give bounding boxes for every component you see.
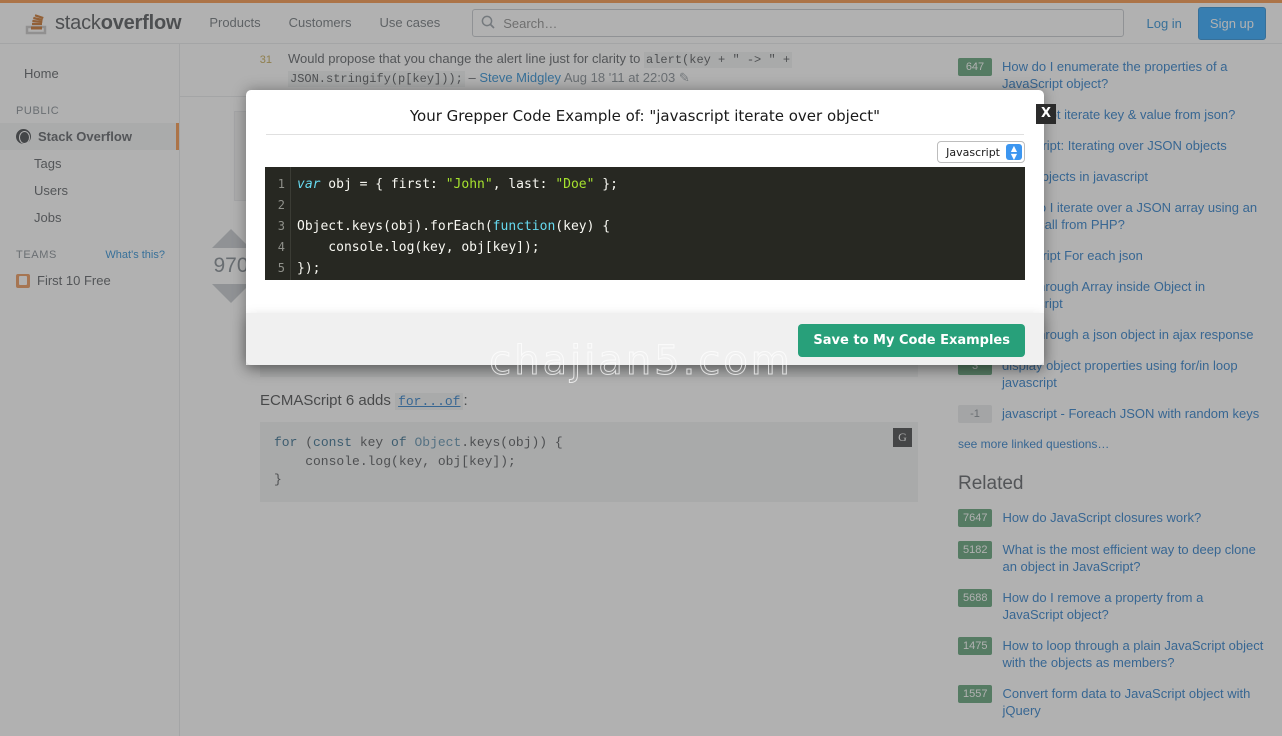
editor-code-text[interactable]: var obj = { first: "John", last: "Doe" }…: [291, 167, 1025, 280]
code-editor[interactable]: 1 2 3 4 5 var obj = { first: "John", last: "…: [265, 167, 1025, 280]
editor-line-numbers: 1 2 3 4 5: [265, 167, 291, 280]
chevron-updown-icon: ▲ ▼: [1006, 144, 1022, 161]
line-number: 2: [277, 198, 285, 212]
grepper-modal-footer: Save to My Code Examples: [246, 313, 1044, 365]
language-selector-row: Javascript ▲ ▼: [246, 135, 1044, 167]
modal-title: Your Grepper Code Example of: "javascrip…: [409, 107, 881, 125]
language-select[interactable]: Javascript ▲ ▼: [937, 141, 1025, 163]
save-to-my-code-examples-button[interactable]: Save to My Code Examples: [798, 324, 1025, 357]
language-select-value: Javascript: [946, 145, 1000, 159]
close-icon[interactable]: X: [1036, 104, 1056, 124]
line-number: 1: [277, 177, 285, 191]
line-number: 5: [277, 261, 285, 275]
line-number: 3: [277, 219, 285, 233]
line-number: 4: [277, 240, 285, 254]
